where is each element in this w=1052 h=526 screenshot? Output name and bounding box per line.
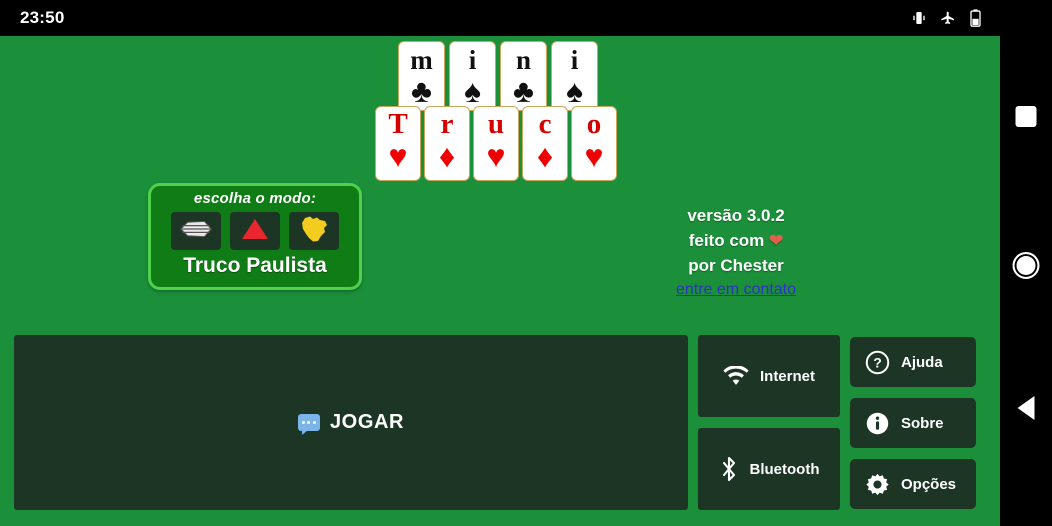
logo-card: c ♦ [522, 106, 568, 181]
clubs-icon: ♣ [411, 73, 432, 109]
app-content: m ♣ i ♠ n ♣ i ♠ T ♥ r ♦ u ♥ c ♦ o ♥ esco… [0, 36, 1000, 526]
help-button-label: Ajuda [901, 353, 943, 371]
airplane-mode-icon [940, 10, 956, 26]
battery-icon [969, 9, 982, 27]
internet-button[interactable]: Internet [698, 335, 840, 417]
logo-card: o ♥ [571, 106, 617, 181]
about-button[interactable]: Sobre [850, 398, 976, 448]
logo-card-letter: T [388, 108, 408, 140]
mode-selector-title: escolha o modo: [193, 190, 317, 207]
chat-dot [301, 421, 305, 424]
internet-button-label: Internet [759, 367, 815, 385]
options-button[interactable]: Opções [850, 459, 976, 509]
utility-buttons: ? Ajuda Sobre Opções [850, 337, 976, 509]
question-circle-icon: ? [865, 350, 890, 375]
version-info: versão 3.0.2 feito com ❤ por Chester ent… [636, 203, 836, 299]
clubs-icon: ♣ [513, 73, 534, 109]
logo-card-letter: u [487, 108, 505, 140]
chat-bubble-icon [297, 414, 320, 435]
logo-card-letter: c [538, 108, 552, 140]
contact-link[interactable]: entre em contato [676, 281, 796, 299]
svg-text:?: ? [873, 354, 882, 370]
connection-buttons: Internet Bluetooth [698, 335, 840, 510]
options-button-label: Opções [901, 475, 957, 493]
logo-cards-top: m ♣ i ♠ n ♣ i ♠ [398, 41, 598, 111]
hearts-icon: ♥ [388, 138, 408, 174]
status-bar-clock: 23:50 [20, 8, 65, 27]
back-button[interactable] [1017, 396, 1035, 420]
made-with-label: feito com [688, 231, 765, 250]
logo-cards-bottom: T ♥ r ♦ u ♥ c ♦ o ♥ [375, 106, 617, 181]
logo-card-letter: i [570, 45, 579, 75]
logo-card-letter: i [468, 45, 477, 75]
chat-dot [307, 421, 311, 424]
mode-option-list [171, 212, 339, 250]
logo-card-letter: n [515, 45, 532, 75]
diamonds-icon: ♦ [438, 138, 456, 174]
vibrate-icon [911, 10, 927, 26]
about-button-label: Sobre [901, 414, 944, 432]
minas-gerais-triangle-icon [240, 217, 270, 246]
status-bar-icons [911, 9, 982, 27]
hearts-icon: ♥ [486, 138, 506, 174]
spades-icon: ♠ [464, 73, 481, 109]
bluetooth-button-label: Bluetooth [749, 460, 820, 478]
info-circle-icon [865, 411, 890, 436]
bluetooth-icon [719, 456, 739, 482]
made-with-line: feito com ❤ [636, 228, 836, 253]
logo-card: r ♦ [424, 106, 470, 181]
mode-selector[interactable]: escolha o modo: Truco Paulista [148, 183, 362, 290]
brazil-map-icon [299, 215, 329, 248]
spades-icon: ♠ [566, 73, 583, 109]
heart-icon: ❤ [769, 231, 784, 250]
logo-card: i ♠ [449, 41, 496, 111]
chat-dot [312, 421, 316, 424]
sao-paulo-flag-icon [179, 218, 213, 245]
hearts-icon: ♥ [584, 138, 604, 174]
logo-card-letter: o [586, 108, 602, 140]
logo-card: i ♠ [551, 41, 598, 111]
wifi-icon [723, 366, 749, 386]
logo-card: m ♣ [398, 41, 445, 111]
recents-button[interactable] [1015, 106, 1037, 127]
logo-card: T ♥ [375, 106, 421, 181]
mode-selected-label: Truco Paulista [183, 254, 327, 277]
device-screen: 23:50 m ♣ i ♠ n ♣ i ♠ T ♥ r ♦ u ♥ c ♦ o … [0, 0, 1052, 526]
status-bar: 23:50 [0, 0, 1000, 36]
gear-icon [865, 472, 890, 497]
logo-card-letter: r [440, 108, 454, 140]
home-button[interactable] [1012, 252, 1040, 279]
android-nav-bar [1000, 0, 1052, 526]
logo-card: n ♣ [500, 41, 547, 111]
bluetooth-button[interactable]: Bluetooth [698, 428, 840, 510]
version-number: versão 3.0.2 [687, 206, 785, 225]
play-button-label: JOGAR [329, 411, 405, 433]
logo-card: u ♥ [473, 106, 519, 181]
app-logo: m ♣ i ♠ n ♣ i ♠ T ♥ r ♦ u ♥ c ♦ o ♥ [0, 36, 1000, 186]
mode-option-paulista[interactable] [171, 212, 221, 250]
play-button[interactable]: JOGAR [14, 335, 688, 510]
diamonds-icon: ♦ [536, 138, 554, 174]
mode-option-mineiro[interactable] [230, 212, 280, 250]
help-button[interactable]: ? Ajuda [850, 337, 976, 387]
author-line: por Chester [688, 256, 784, 275]
mode-option-brasil[interactable] [289, 212, 339, 250]
logo-card-letter: m [410, 45, 433, 75]
